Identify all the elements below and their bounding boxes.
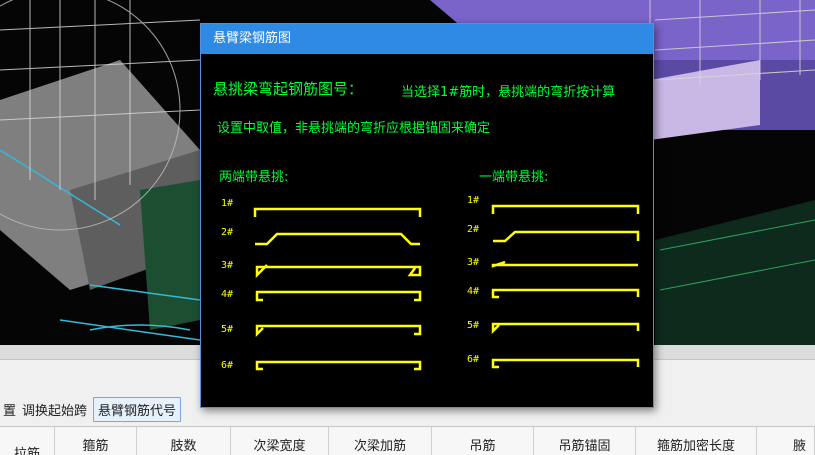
grid-col-label: 腋 (793, 439, 807, 454)
left-rebar-1 (253, 207, 422, 217)
dialog-title[interactable]: 悬臂梁钢筋图 (201, 24, 653, 54)
grid-col-label: 次梁宽度 (253, 439, 306, 454)
left-rebar-4 (255, 290, 422, 302)
cantilever-rebar-code-button[interactable]: 悬臂钢筋代号 (93, 396, 182, 422)
dialog-body: 悬挑梁弯起钢筋图号： 当选择1#筋时，悬挑端的弯折按计算 设置中取值，非悬挑端的… (201, 54, 653, 407)
rebar-diagrams (253, 204, 640, 371)
left-rebar-5 (255, 324, 422, 338)
grid-col-label: 次梁加筋 (353, 439, 406, 454)
grid-col-haunch[interactable]: 腋 (757, 427, 815, 455)
left-rebar-2 (255, 232, 420, 246)
grid-col-label: 拉筋 (13, 447, 40, 455)
right-rebar-5 (491, 322, 640, 335)
grid-col-stirrup[interactable]: 箍筋 (55, 427, 137, 455)
left-rebar-3 (255, 264, 422, 279)
right-rebar-1 (491, 204, 640, 214)
grid-col-hanger-anchor[interactable]: 吊筋锚固 (534, 427, 636, 455)
right-rebar-3 (491, 260, 638, 268)
grid-col-label: 箍筋加密长度 (656, 439, 735, 454)
left-rebar-6 (255, 360, 422, 371)
cantilever-rebar-dialog: 悬臂梁钢筋图 悬挑梁弯起钢筋图号： 当选择1#筋时，悬挑端的弯折按计算 设置中取… (200, 23, 654, 408)
grid-col-label: 吊筋 (469, 439, 496, 454)
right-rebar-6 (491, 358, 640, 369)
toolbar-item-partial[interactable]: 置 (0, 400, 19, 419)
grid-col-secondary-beam-rebar[interactable]: 次梁加筋 (329, 427, 432, 455)
right-rebar-2 (493, 230, 640, 243)
swap-start-span-button[interactable]: 调换起始跨 (19, 400, 90, 419)
grid-col-label: 吊筋锚固 (558, 439, 611, 454)
span-toolbar: 置 调换起始跨 悬臂钢筋代号 (0, 394, 182, 424)
grid-header: 拉筋 箍筋 肢数 次梁宽度 次梁加筋 吊筋 吊筋锚固 箍筋加密长度 腋 (0, 426, 815, 455)
grid-col-legs[interactable]: 肢数 (137, 427, 231, 455)
grid-col-label: 肢数 (170, 439, 197, 454)
right-rebar-4 (491, 288, 640, 299)
grid-col-tie-bar[interactable]: 拉筋 (0, 427, 55, 455)
grid-col-label: 箍筋 (82, 439, 109, 454)
grid-col-hanger-bar[interactable]: 吊筋 (432, 427, 534, 455)
grid-col-stirrup-dense-length[interactable]: 箍筋加密长度 (636, 427, 757, 455)
grid-col-secondary-beam-width[interactable]: 次梁宽度 (231, 427, 329, 455)
